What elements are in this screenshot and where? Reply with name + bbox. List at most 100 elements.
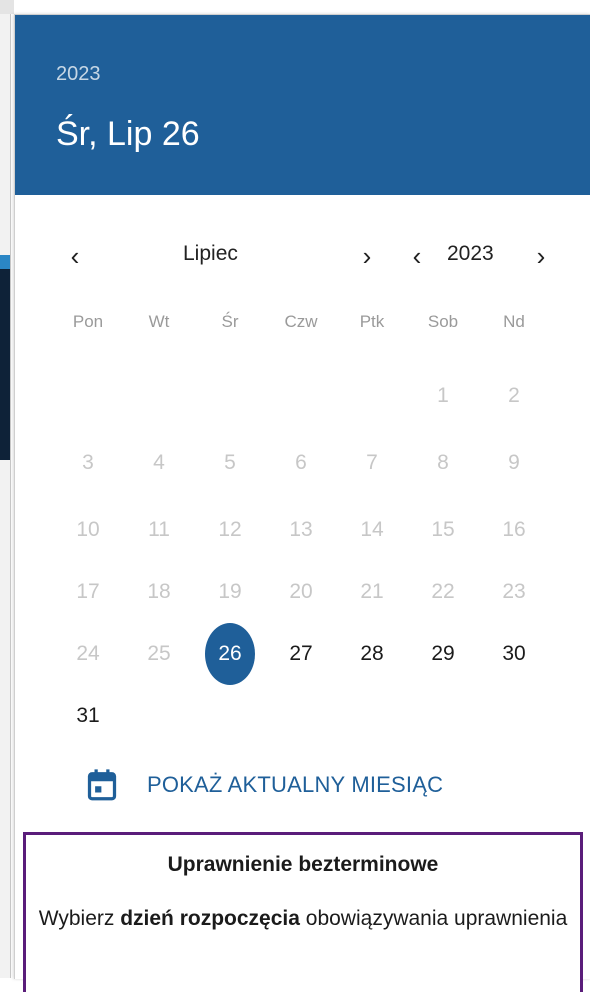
calendar-day: 14 — [347, 510, 397, 550]
calendar-navigation: ‹ Lipiec › ‹ 2023 › — [15, 240, 590, 276]
calendar-day-number: 20 — [289, 580, 313, 603]
weekday-label: Wt — [148, 312, 170, 331]
calendar-day: 10 — [63, 510, 113, 550]
date-picker-dialog: 2023 Śr, Lip 26 ‹ Lipiec › ‹ 2023 › Pon … — [14, 14, 590, 992]
calendar-day: 22 — [418, 572, 468, 612]
calendar-day-number: 25 — [147, 642, 171, 665]
chevron-right-icon: › — [362, 240, 372, 271]
info-body: Wybierz dzień rozpoczęcia obowiązywania … — [26, 901, 580, 937]
calendar-day-number: 13 — [289, 518, 313, 541]
prev-year-button[interactable]: ‹ — [403, 240, 431, 272]
next-month-button[interactable]: › — [353, 240, 381, 272]
calendar-icon — [87, 769, 117, 801]
weekday-label: Ptk — [359, 312, 385, 331]
month-label[interactable]: Lipiec — [183, 242, 238, 266]
calendar-day[interactable]: 29 — [418, 634, 468, 674]
calendar-week-row: 3 4 5 6 7 8 9 — [63, 443, 563, 483]
prev-month-button[interactable]: ‹ — [61, 240, 89, 272]
weekday-label: Czw — [284, 312, 318, 331]
calendar-day-number: 11 — [148, 518, 170, 541]
calendar-day[interactable]: 28 — [347, 634, 397, 674]
calendar-day-number: 7 — [366, 451, 378, 474]
calendar-day-number: 3 — [82, 451, 94, 474]
calendar-week-row: 10 11 12 13 14 15 16 — [63, 510, 563, 550]
calendar-day: 5 — [205, 443, 255, 483]
background-page-edge — [0, 0, 11, 978]
calendar-day-number: 14 — [360, 518, 384, 541]
app-frame: 2023 Śr, Lip 26 ‹ Lipiec › ‹ 2023 › Pon … — [0, 0, 590, 992]
calendar-day: 19 — [205, 572, 255, 612]
weekday-label: Sob — [427, 312, 459, 331]
info-body-text-end: obowiązywania uprawnienia — [299, 907, 568, 930]
info-title: Uprawnienie bezterminowe — [167, 853, 439, 876]
show-current-month-label: POKAŻ AKTUALNY MIESIĄC — [147, 772, 444, 797]
calendar-day-number: 22 — [431, 580, 455, 603]
header-year[interactable]: 2023 — [56, 63, 101, 86]
weekday-label: Pon — [72, 312, 104, 331]
weekday-label: Śr — [221, 312, 239, 331]
calendar-day: 25 — [134, 634, 184, 674]
chevron-left-icon: ‹ — [412, 240, 422, 271]
weekday-header-row: Pon Wt Śr Czw Ptk Sob Nd — [63, 302, 563, 342]
calendar-day-number: 17 — [76, 580, 100, 603]
calendar-day: 3 — [63, 443, 113, 483]
calendar-day: 21 — [347, 572, 397, 612]
calendar-day: 2 — [489, 376, 539, 416]
chevron-right-icon: › — [536, 240, 546, 271]
calendar-day[interactable]: 31 — [63, 696, 113, 736]
calendar-day-number: 9 — [508, 451, 520, 474]
calendar-day-number: 31 — [76, 704, 100, 727]
calendar-week-row: 12 — [63, 376, 563, 416]
calendar-day: 15 — [418, 510, 468, 550]
calendar-week-row: 17 18 19 20 21 22 23 — [63, 572, 563, 612]
info-panel: Uprawnienie bezterminowe Wybierz dzień r… — [23, 832, 583, 992]
calendar-day-number: 15 — [431, 518, 455, 541]
calendar-day: 18 — [134, 572, 184, 612]
calendar-week-row: 31 — [63, 696, 563, 736]
calendar-week-row: 24 25 26 27 28 29 30 — [63, 623, 563, 685]
calendar-day: 23 — [489, 572, 539, 612]
calendar-day: 7 — [347, 443, 397, 483]
calendar-day: 17 — [63, 572, 113, 612]
calendar-day: 4 — [134, 443, 184, 483]
calendar-day: 24 — [63, 634, 113, 674]
year-label[interactable]: 2023 — [447, 242, 494, 266]
calendar-day-number: 21 — [360, 580, 384, 603]
calendar-day-selected[interactable]: 26 — [205, 623, 255, 685]
calendar-day-number: 10 — [76, 518, 100, 541]
calendar-day-number: 16 — [502, 518, 526, 541]
next-year-button[interactable]: › — [527, 240, 555, 272]
date-picker-header: 2023 Śr, Lip 26 — [15, 15, 590, 195]
calendar-day: 20 — [276, 572, 326, 612]
calendar-day: 6 — [276, 443, 326, 483]
calendar-day: 8 — [418, 443, 468, 483]
background-sidebar-strip — [0, 255, 10, 460]
show-current-month-button[interactable]: POKAŻ AKTUALNY MIESIĄC — [87, 763, 443, 807]
calendar-day: 13 — [276, 510, 326, 550]
calendar-day-number: 1 — [437, 384, 449, 407]
calendar-day: 16 — [489, 510, 539, 550]
calendar-day-number: 12 — [218, 518, 242, 541]
calendar-day-number: 28 — [360, 642, 384, 665]
calendar-day-number: 5 — [224, 451, 236, 474]
calendar-day[interactable]: 27 — [276, 634, 326, 674]
calendar-day-number: 19 — [218, 580, 242, 603]
calendar-day-number: 4 — [153, 451, 165, 474]
calendar-day-number: 8 — [437, 451, 449, 474]
calendar-day-number: 2 — [508, 384, 520, 407]
info-body-emphasis: dzień rozpoczęcia — [120, 907, 300, 930]
calendar-day: 12 — [205, 510, 255, 550]
calendar-day-number: 18 — [147, 580, 171, 603]
calendar-day-number: 6 — [295, 451, 307, 474]
background-accent-strip — [0, 255, 10, 269]
calendar-day-number: 30 — [502, 642, 526, 665]
calendar-day-number: 23 — [502, 580, 526, 603]
calendar-day[interactable]: 30 — [489, 634, 539, 674]
calendar-day: 11 — [134, 510, 184, 550]
calendar-day: 1 — [418, 376, 468, 416]
calendar-day-number: 26 — [205, 623, 255, 685]
background-page-corner — [0, 0, 14, 14]
header-selected-date[interactable]: Śr, Lip 26 — [56, 115, 200, 154]
info-body-text: Wybierz — [38, 907, 121, 930]
chevron-left-icon: ‹ — [70, 240, 80, 271]
